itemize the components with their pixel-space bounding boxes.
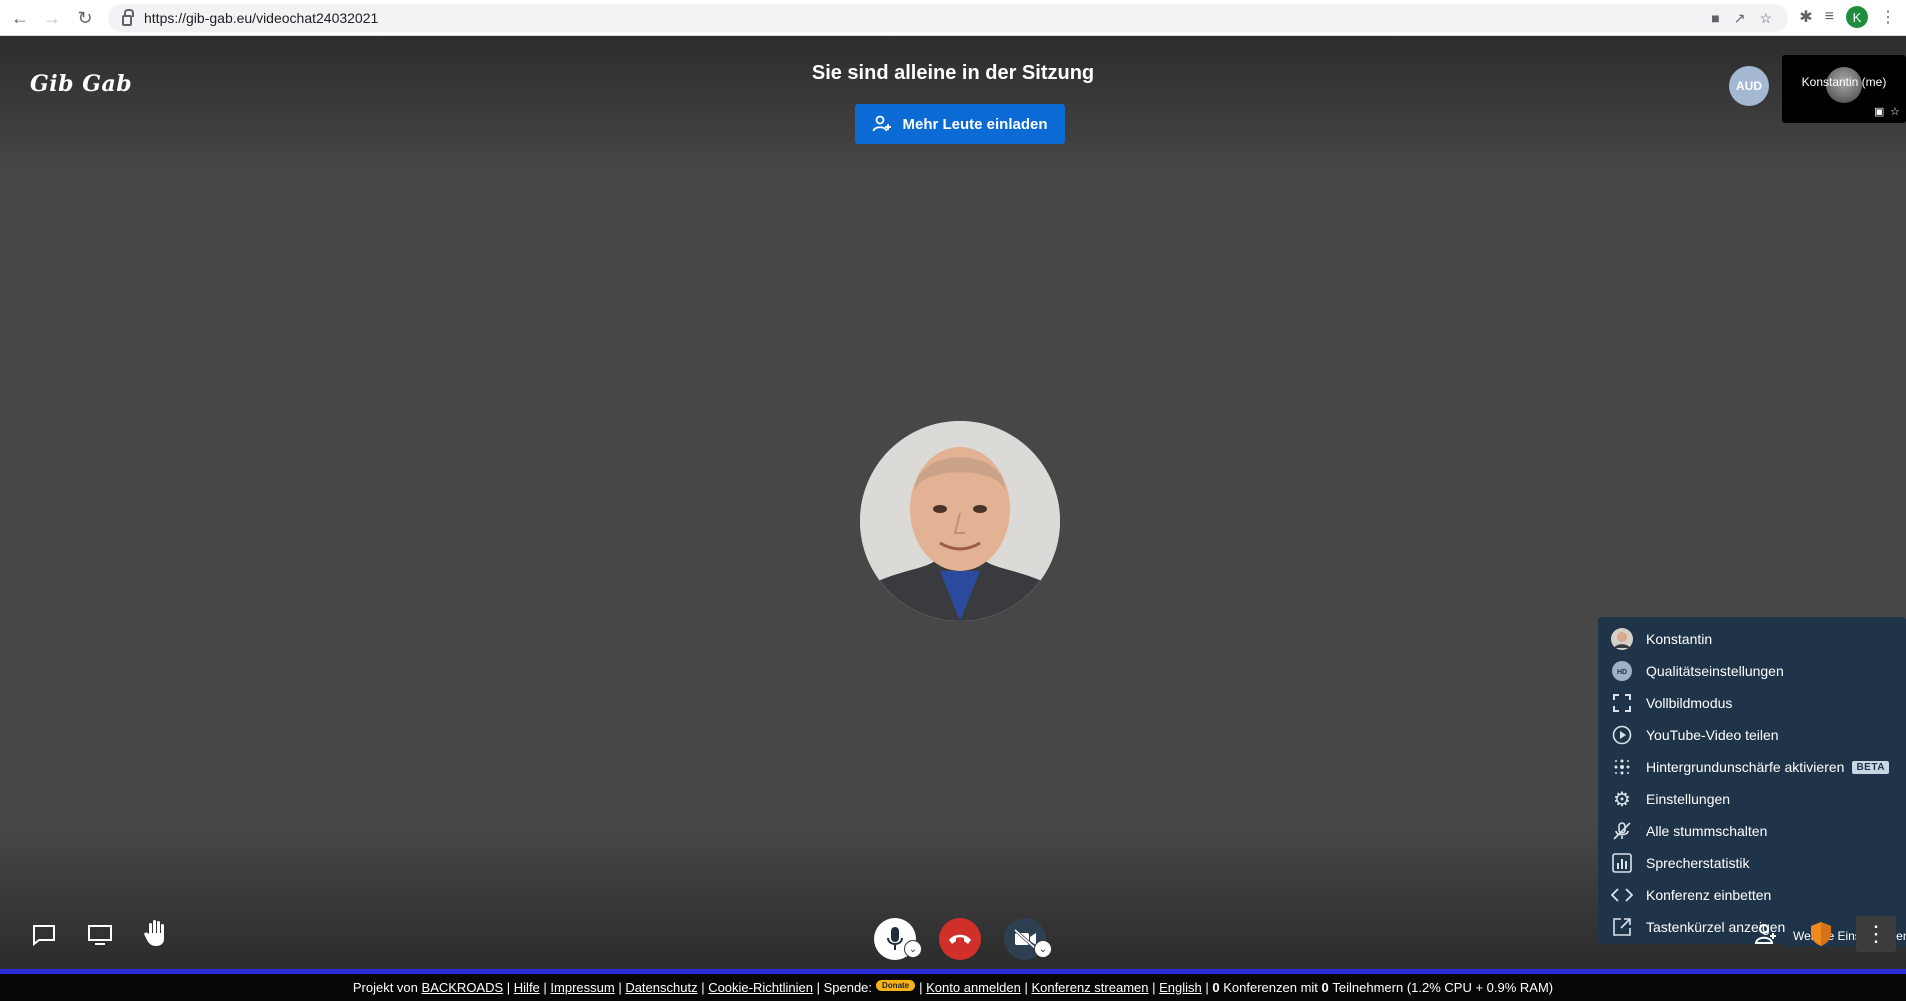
menu-item-fullscreen[interactable]: Vollbildmodus — [1598, 687, 1906, 719]
star-icon[interactable]: ☆ — [1890, 105, 1900, 118]
streamen-link[interactable]: Konferenz streamen — [1031, 980, 1148, 995]
add-person-icon — [1754, 924, 1776, 944]
more-settings-button[interactable]: ⋮ — [1856, 916, 1896, 952]
blur-icon — [1610, 755, 1634, 779]
more-settings-menu: Konstantin HD Qualitätseinstellungen Vol… — [1598, 617, 1906, 944]
aud-avatar[interactable]: AUD — [1729, 66, 1769, 106]
share-icon[interactable]: ↗ — [1734, 10, 1746, 27]
menu-item-embed[interactable]: Konferenz einbetten — [1598, 879, 1906, 911]
extensions-icon[interactable]: ✱ — [1799, 7, 1812, 27]
chat-icon — [33, 925, 55, 946]
camera-icon[interactable]: ■ — [1711, 10, 1719, 26]
backroads-link[interactable]: BACKROADS — [422, 980, 504, 995]
play-icon — [1610, 723, 1634, 747]
hilfe-link[interactable]: Hilfe — [514, 980, 540, 995]
gear-icon: ⚙ — [1613, 788, 1631, 811]
participant-count: 0 — [1321, 980, 1329, 995]
menu-item-label: Einstellungen — [1646, 791, 1731, 807]
stats-text-1: Konferenzen mit — [1223, 980, 1318, 995]
participant-avatar — [860, 421, 1060, 621]
hangup-icon — [949, 934, 971, 944]
invite-label: Mehr Leute einladen — [902, 115, 1048, 133]
menu-item-quality[interactable]: HD Qualitätseinstellungen — [1598, 655, 1906, 687]
address-bar[interactable]: https://gib-gab.eu/videochat24032021 ■ ↗… — [108, 4, 1788, 32]
more-vertical-icon: ⋮ — [1865, 921, 1887, 946]
hand-icon — [144, 920, 164, 946]
raise-hand-button[interactable] — [142, 918, 170, 948]
add-person-icon — [873, 115, 892, 132]
profile-avatar[interactable]: K — [1846, 6, 1868, 28]
camera-off-icon: ▣ — [1874, 106, 1885, 118]
reload-icon[interactable]: ↻ — [73, 6, 97, 30]
svg-text:HD: HD — [1617, 669, 1627, 676]
footer-prefix: Projekt von — [352, 980, 418, 995]
microphone-icon — [887, 927, 903, 950]
site-footer: Projekt von BACKROADS | Hilfe | Impressu… — [0, 974, 1906, 1001]
screen-icon — [88, 925, 112, 945]
forward-icon[interactable]: → — [40, 6, 64, 30]
cookie-link[interactable]: Cookie-Richtlinien — [708, 980, 813, 995]
external-icon — [1610, 915, 1634, 939]
impressum-link[interactable]: Impressum — [550, 980, 614, 995]
browser-toolbar: ← → ↻ https://gib-gab.eu/videochat240320… — [0, 0, 1906, 36]
menu-item-settings[interactable]: ⚙ Einstellungen — [1598, 783, 1906, 815]
screenshare-button[interactable] — [86, 922, 114, 948]
beta-badge: BETA — [1852, 760, 1889, 774]
resource-usage: (1.2% CPU + 0.9% RAM) — [1406, 980, 1554, 995]
menu-item-label: Qualitätseinstellungen — [1646, 663, 1784, 679]
browser-menu-icon[interactable]: ⋮ — [1880, 7, 1896, 27]
fullscreen-icon — [1610, 691, 1634, 715]
media-icon[interactable]: ≡ — [1825, 8, 1834, 26]
menu-item-youtube[interactable]: YouTube-Video teilen — [1598, 719, 1906, 751]
menu-item-label: Konstantin — [1646, 631, 1713, 647]
code-icon — [1610, 883, 1634, 907]
english-link[interactable]: English — [1159, 980, 1202, 995]
camera-options-chevron-icon[interactable]: ⌄ — [1034, 940, 1052, 958]
participants-button[interactable] — [1752, 920, 1780, 948]
hd-icon: HD — [1610, 659, 1634, 683]
url-text: https://gib-gab.eu/videochat24032021 — [144, 10, 379, 26]
menu-item-label: Konferenz einbetten — [1646, 887, 1772, 903]
profile-avatar-icon — [1610, 627, 1634, 651]
menu-item-label: Hintergrundunschärfe aktivieren — [1646, 759, 1845, 775]
menu-item-speaker-stats[interactable]: Sprecherstatistik — [1598, 847, 1906, 879]
donate-button[interactable]: Donate — [876, 980, 916, 991]
datenschutz-link[interactable]: Datenschutz — [625, 980, 697, 995]
spende-label: Spende: — [823, 980, 873, 995]
mic-options-chevron-icon[interactable]: ⌄ — [904, 940, 922, 958]
self-video-thumbnail[interactable]: Konstantin (me) ▣ ☆ — [1782, 55, 1906, 123]
menu-item-label: YouTube-Video teilen — [1646, 727, 1779, 743]
session-headline: Sie sind alleine in der Sitzung — [811, 62, 1095, 84]
invite-button[interactable]: Mehr Leute einladen — [855, 104, 1065, 144]
menu-item-label: Sprecherstatistik — [1646, 855, 1750, 871]
lock-icon — [122, 8, 134, 26]
back-icon[interactable]: ← — [8, 6, 32, 30]
star-icon[interactable]: ☆ — [1759, 10, 1772, 27]
menu-item-mute-all[interactable]: Alle stummschalten — [1598, 815, 1906, 847]
portrait-image — [860, 421, 1060, 621]
conference-stage: Gib Gab Sie sind alleine in der Sitzung … — [0, 36, 1906, 969]
menu-item-label: Alle stummschalten — [1646, 823, 1768, 839]
konto-link[interactable]: Konto anmelden — [926, 980, 1021, 995]
chat-button[interactable] — [30, 922, 58, 948]
menu-item-blur[interactable]: Hintergrundunschärfe aktivieren BETA — [1598, 751, 1906, 783]
menu-item-profile[interactable]: Konstantin — [1598, 623, 1906, 655]
self-tile-name: Konstantin (me) — [1801, 75, 1887, 89]
hangup-button[interactable] — [939, 918, 981, 960]
conference-count: 0 — [1212, 980, 1220, 995]
stats-text-2: Teilnehmern — [1332, 980, 1404, 995]
shield-icon — [1811, 922, 1831, 946]
stats-icon — [1610, 851, 1634, 875]
menu-item-label: Vollbildmodus — [1646, 695, 1733, 711]
security-button[interactable] — [1808, 920, 1834, 948]
mic-off-icon — [1610, 819, 1634, 843]
